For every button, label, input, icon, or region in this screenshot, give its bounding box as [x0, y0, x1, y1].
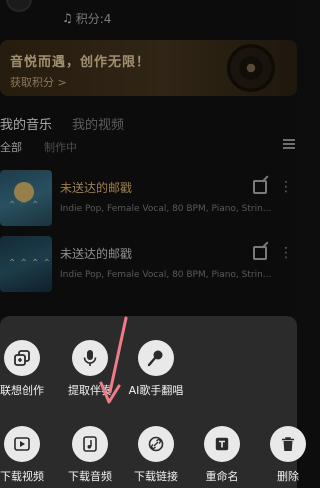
action-row-secondary: 下载视频 下载音频 下载链接 重命名 删除 [0, 426, 306, 486]
modal-backdrop[interactable] [0, 0, 297, 316]
associate-create-button[interactable]: 联想创作 [0, 340, 54, 400]
extract-accompaniment-button[interactable]: 提取伴奏 [58, 340, 122, 400]
action-label: 删除 [277, 470, 299, 483]
trash-icon [270, 426, 306, 462]
music-library-page: ♫ 积分:4 音悦而遇，创作无限！ 获取积分 > 我的音乐 我的视频 全部 制作… [0, 0, 297, 316]
text-icon [204, 426, 240, 462]
ai-singer-cover-button[interactable]: AI歌手翻唱 [124, 340, 188, 400]
action-sheet: 联想创作 提取伴奏 AI歌手翻唱 下载视频 下载音频 下载链接 重命名 删除 [0, 316, 306, 488]
action-label: AI歌手翻唱 [128, 384, 184, 397]
microphone-icon [72, 340, 108, 376]
add-stack-icon [4, 340, 40, 376]
delete-button[interactable]: 删除 [256, 426, 320, 486]
music-note-icon [72, 426, 108, 462]
rename-button[interactable]: 重命名 [190, 426, 254, 486]
ai-mic-icon [138, 340, 174, 376]
download-link-button[interactable]: 下载链接 [124, 426, 188, 486]
download-audio-button[interactable]: 下载音频 [58, 426, 122, 486]
download-video-button[interactable]: 下载视频 [0, 426, 54, 486]
action-row-primary: 联想创作 提取伴奏 AI歌手翻唱 [0, 340, 297, 400]
video-icon [4, 426, 40, 462]
link-icon [138, 426, 174, 462]
